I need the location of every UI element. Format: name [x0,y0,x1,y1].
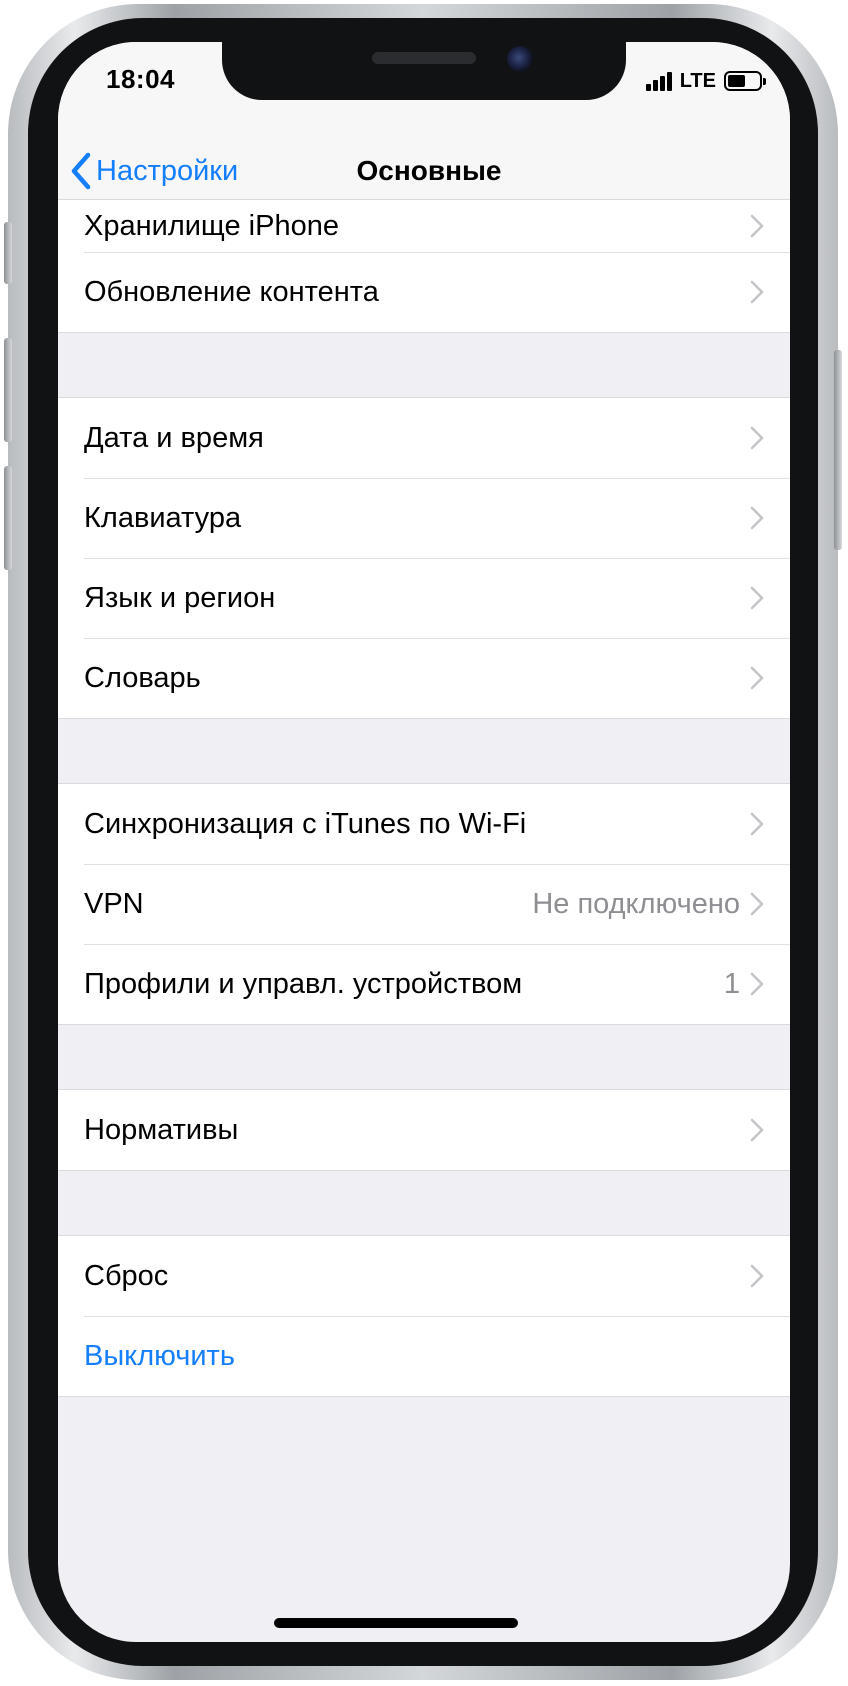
settings-row-value: Не подключено [532,887,740,920]
chevron-right-icon [750,426,764,450]
settings-row-label: Нормативы [84,1113,239,1146]
settings-row-value: 1 [723,967,740,1000]
settings-row-label: Выключить [84,1339,235,1372]
settings-row-label: Профили и управл. устройством [84,967,523,1000]
settings-group: Дата и время Клавиатура Язык и регион Слова… [58,397,790,719]
chevron-right-icon [750,586,764,610]
power-button [834,350,842,550]
settings-row[interactable]: VPN Не подключено [58,864,790,944]
chevron-right-icon [750,892,764,916]
chevron-right-icon [750,812,764,836]
chevron-right-icon [750,1118,764,1142]
notch [222,42,626,100]
settings-row[interactable]: Синхронизация с iTunes по Wi-Fi [58,784,790,864]
settings-group: Сброс Выключить [58,1235,790,1397]
battery-icon [724,71,766,91]
settings-row[interactable]: Хранилище iPhone [58,200,790,252]
home-indicator[interactable] [274,1618,518,1628]
settings-row-label: Дата и время [84,421,264,454]
speaker-grille [372,52,476,64]
settings-list: Хранилище iPhone Обновление контента Дата … [58,200,790,1397]
status-time: 18:04 [106,64,175,94]
battery-level [728,75,745,87]
settings-row[interactable]: Профили и управл. устройством 1 [58,944,790,1024]
settings-row[interactable]: Клавиатура [58,478,790,558]
chevron-right-icon [750,506,764,530]
settings-row[interactable]: Выключить [58,1316,790,1396]
settings-group: Нормативы [58,1089,790,1171]
settings-row[interactable]: Сброс [58,1236,790,1316]
settings-row-label: Язык и регион [84,581,276,614]
section-gap [58,1025,790,1089]
settings-row[interactable]: Дата и время [58,398,790,478]
settings-row-label: Клавиатура [84,501,242,534]
network-type: LTE [679,69,716,92]
settings-group: Синхронизация с iTunes по Wi-Fi VPN Не под… [58,783,790,1025]
settings-row-label: Хранилище iPhone [84,209,339,242]
chevron-right-icon [750,280,764,304]
section-gap [58,333,790,397]
settings-row[interactable]: Словарь [58,638,790,718]
settings-row[interactable]: Нормативы [58,1090,790,1170]
page-title: Основные [356,155,502,186]
chevron-right-icon [750,666,764,690]
screen: 18:04 LTE Настройки Основные Хранилище i… [58,42,790,1642]
volume-up-button [4,338,12,442]
settings-row[interactable]: Язык и регион [58,558,790,638]
settings-row-label: Синхронизация с iTunes по Wi-Fi [84,807,527,840]
settings-row-label: Обновление контента [84,275,379,308]
settings-row-label: Сброс [84,1259,169,1292]
chevron-right-icon [750,214,764,238]
settings-row-label: Словарь [84,661,201,694]
section-gap [58,1171,790,1235]
settings-row[interactable]: Обновление контента [58,252,790,332]
signal-icon [645,71,674,91]
chevron-right-icon [750,972,764,996]
section-gap [58,719,790,783]
silent-switch [4,222,12,284]
navigation-bar: Настройки Основные [58,142,790,200]
status-indicators: LTE [645,68,766,94]
settings-row-label: VPN [84,887,144,920]
volume-down-button [4,466,12,570]
settings-group: Хранилище iPhone Обновление контента [58,200,790,333]
front-camera [507,46,533,72]
chevron-right-icon [750,1264,764,1288]
